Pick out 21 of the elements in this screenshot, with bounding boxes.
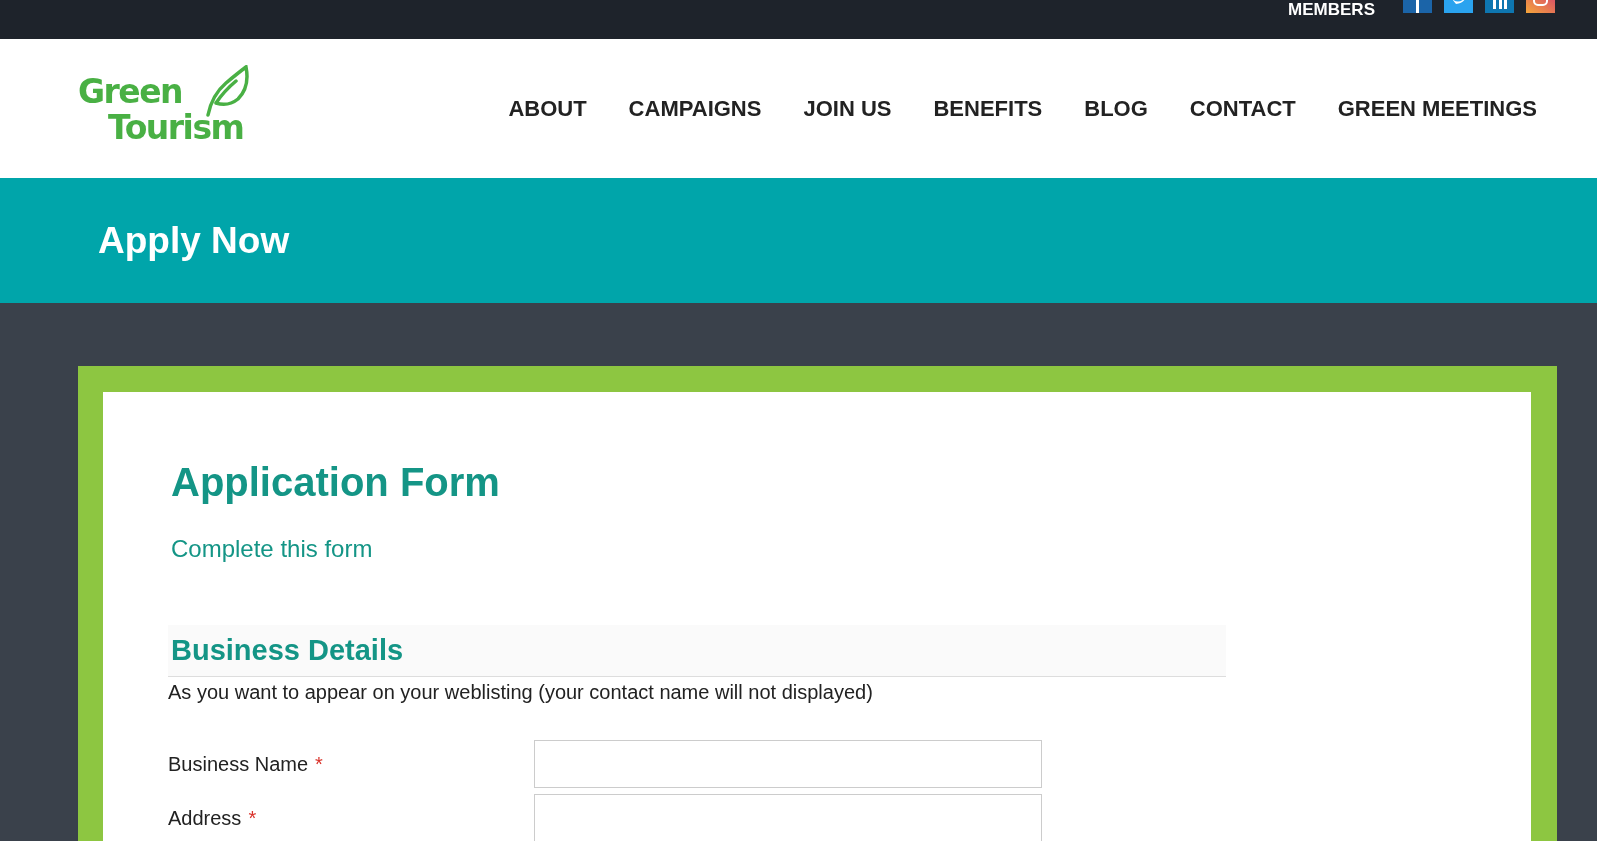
nav-link[interactable]: BLOG bbox=[1084, 95, 1148, 122]
input-field[interactable] bbox=[534, 794, 1042, 841]
form-title: Application Form bbox=[171, 460, 501, 505]
nav-link[interactable]: ABOUT bbox=[508, 95, 587, 122]
required-mark: * bbox=[315, 752, 323, 775]
page-title: Apply Now bbox=[98, 219, 290, 262]
nav-link[interactable]: GREEN MEETINGS bbox=[1337, 95, 1537, 122]
required-mark: * bbox=[248, 806, 257, 829]
section-title: Business Details bbox=[171, 634, 404, 667]
members-link[interactable]: MEMBERS bbox=[1288, 1, 1375, 18]
nav-link[interactable]: BENEFITS bbox=[933, 95, 1043, 122]
section-description: As you want to appear on your weblisting (your contact name will not displayed) bbox=[168, 681, 874, 704]
form-subtitle: Complete this form bbox=[171, 535, 374, 563]
nav-link[interactable]: CONTACT bbox=[1189, 95, 1296, 122]
logo-text: Tourism bbox=[108, 110, 244, 144]
logo-text: Green bbox=[78, 74, 183, 108]
nav-link[interactable]: CAMPAIGNS bbox=[628, 95, 762, 122]
input-field[interactable] bbox=[534, 740, 1042, 788]
field-label: Business Name bbox=[168, 752, 309, 775]
nav-link[interactable]: JOIN US bbox=[803, 95, 892, 122]
field-label: Address bbox=[168, 806, 242, 829]
